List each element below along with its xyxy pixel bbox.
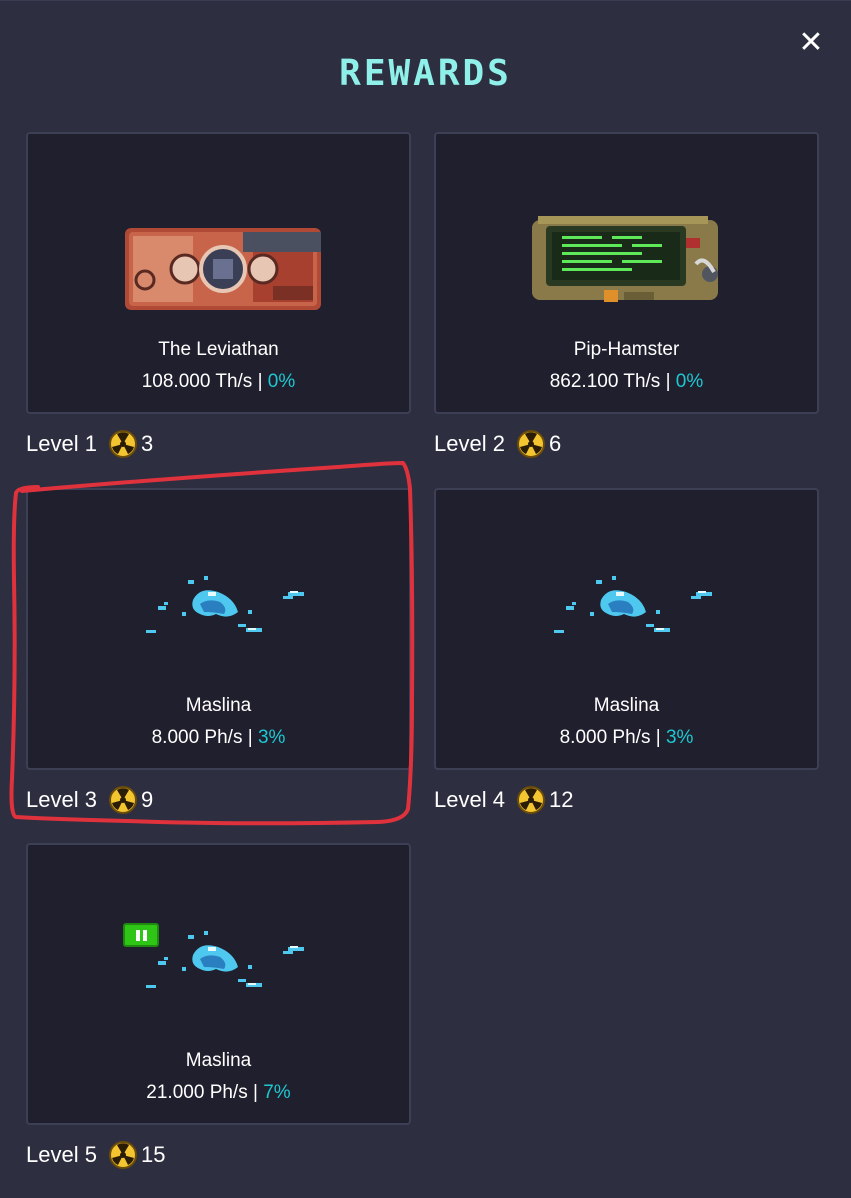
page-title: REWARDS — [339, 53, 512, 94]
radiation-icon — [108, 786, 137, 814]
reward-card-level-4[interactable]: Maslina 8.000 Ph/s | 3% — [434, 488, 819, 770]
level-label-3: Level 3 9 — [26, 786, 154, 814]
reward-card-level-5[interactable]: Maslina 21.000 Ph/s | 7% — [26, 843, 411, 1125]
reward-rate: 21.000 Ph/s | 7% — [146, 1082, 291, 1103]
reward-name: Maslina — [185, 695, 252, 716]
radiation-icon — [108, 430, 137, 458]
reward-card-level-3[interactable]: Maslina 8.000 Ph/s | 3% — [26, 488, 411, 770]
reward-card-level-2[interactable]: Pip-Hamster 862.100 Th/s | 0% — [434, 132, 819, 414]
reward-name: Pip-Hamster — [573, 339, 680, 360]
radiation-icon — [516, 430, 545, 458]
reward-name: Maslina — [185, 1050, 252, 1071]
level-label-5: Level 5 15 — [26, 1141, 166, 1169]
reward-rate: 8.000 Ph/s | 3% — [559, 727, 694, 748]
level-label-2: Level 2 6 — [434, 430, 562, 458]
radiation-icon — [516, 786, 545, 814]
pip-hamster-image — [532, 216, 718, 302]
maslina-image — [554, 576, 712, 633]
maslina-image — [146, 576, 304, 633]
reward-card-level-1[interactable]: The Leviathan 108.000 Th/s | 0% — [26, 132, 411, 414]
level-label-1: Level 1 3 — [26, 430, 154, 458]
radiation-icon — [108, 1141, 137, 1169]
reward-name: Maslina — [593, 695, 660, 716]
reward-rate: 108.000 Th/s | 0% — [141, 371, 296, 392]
rewards-modal: ✕ REWARDS The Leviathan 108.000 Th/s | 0… — [0, 0, 851, 1198]
reward-name: The Leviathan — [158, 339, 279, 360]
maslina-image — [146, 931, 304, 988]
reward-rate: 8.000 Ph/s | 3% — [151, 727, 286, 748]
leviathan-image — [125, 228, 321, 310]
reward-rate: 862.100 Th/s | 0% — [549, 371, 704, 392]
level-label-4: Level 4 12 — [434, 786, 574, 814]
